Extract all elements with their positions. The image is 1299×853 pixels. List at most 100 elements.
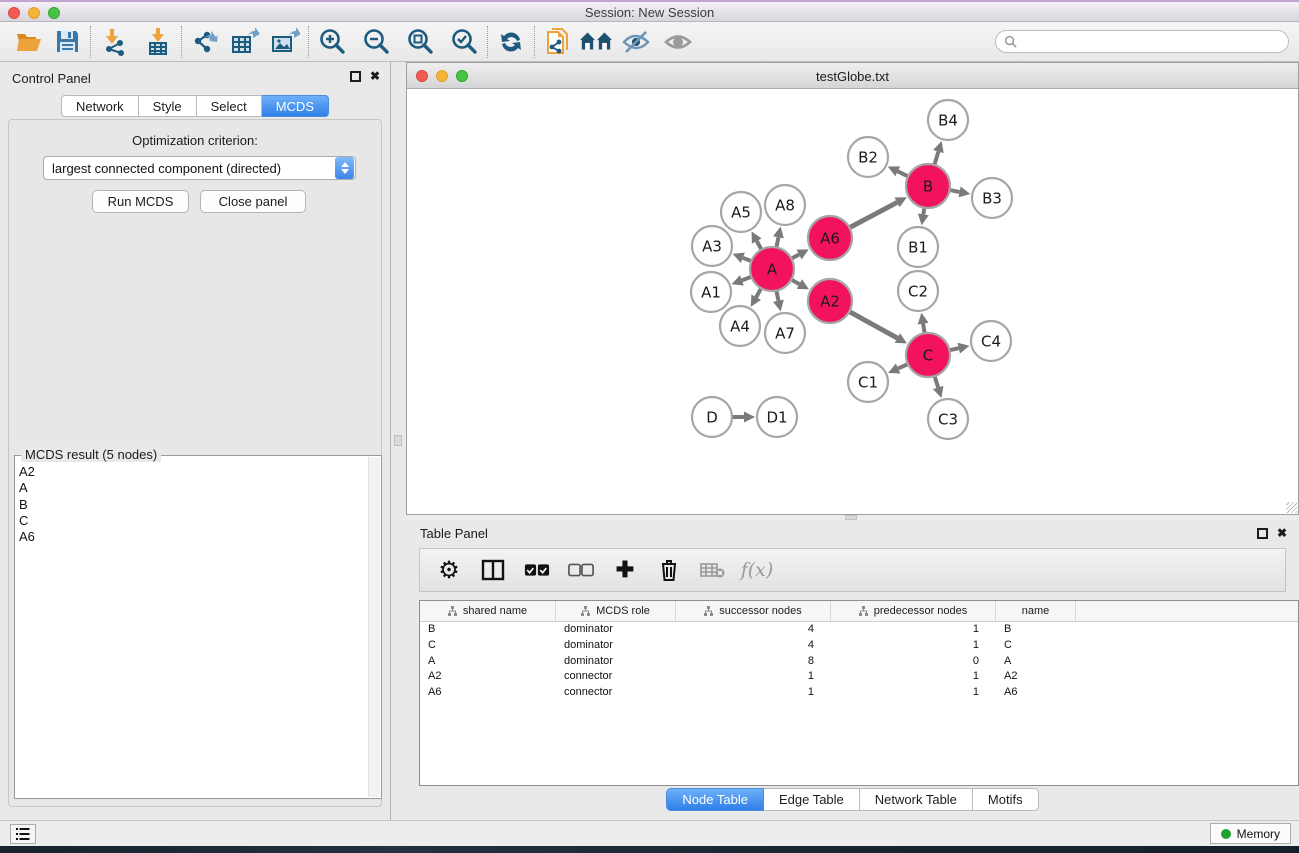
column-header-shared-name[interactable]: shared name xyxy=(420,601,556,621)
table-cell[interactable]: A2 xyxy=(420,669,556,685)
refresh-icon[interactable] xyxy=(494,25,528,59)
search-field[interactable] xyxy=(995,30,1289,53)
console-list-button[interactable] xyxy=(10,824,36,844)
table-cell[interactable]: 1 xyxy=(676,685,831,701)
result-item[interactable]: A2 xyxy=(19,464,367,480)
graph-edge-A2-C[interactable] xyxy=(849,312,897,338)
add-column-icon[interactable]: ✚ xyxy=(612,557,638,583)
table-row[interactable]: A2connector11A2 xyxy=(420,669,1298,685)
open-session-icon[interactable] xyxy=(12,25,46,59)
table-cell[interactable]: 4 xyxy=(676,622,831,638)
show-details-icon[interactable] xyxy=(661,25,695,59)
import-table-icon[interactable] xyxy=(141,25,175,59)
export-image-icon[interactable] xyxy=(268,25,302,59)
graph-edge-A-A5[interactable] xyxy=(757,241,762,250)
table-cell[interactable]: dominator xyxy=(556,654,676,670)
network-graph[interactable]: B4B2BB3A8A5A6A3B1AA1C2A2A4A7C4CC1DD1C3 xyxy=(407,89,1298,514)
table-cell[interactable]: dominator xyxy=(556,638,676,654)
table-cell[interactable]: C xyxy=(420,638,556,654)
table-cell[interactable]: 0 xyxy=(831,654,996,670)
table-row[interactable]: Cdominator41C xyxy=(420,638,1298,654)
mcds-result-list[interactable]: A2ABCA6 xyxy=(19,464,367,794)
table-cell[interactable]: 1 xyxy=(676,669,831,685)
table-cell[interactable]: dominator xyxy=(556,622,676,638)
graph-edge-A-A3[interactable] xyxy=(743,258,752,261)
table-cell[interactable]: C xyxy=(996,638,1076,654)
column-header-predecessor-nodes[interactable]: predecessor nodes xyxy=(831,601,996,621)
tab-network-table[interactable]: Network Table xyxy=(860,788,973,811)
table-float-icon[interactable] xyxy=(1257,528,1268,539)
tab-edge-table[interactable]: Edge Table xyxy=(764,788,860,811)
home-icon[interactable] xyxy=(579,25,613,59)
delete-column-icon[interactable] xyxy=(656,557,682,583)
table-cell[interactable]: connector xyxy=(556,669,676,685)
table-cell[interactable]: 1 xyxy=(831,669,996,685)
graph-edge-B-B2[interactable] xyxy=(898,171,908,176)
graph-edge-C-C4[interactable] xyxy=(949,348,958,350)
graph-edge-A-A1[interactable] xyxy=(742,277,752,281)
result-item[interactable]: A xyxy=(19,480,367,496)
export-network-icon[interactable] xyxy=(188,25,222,59)
zoom-selected-icon[interactable] xyxy=(447,25,481,59)
graph-edge-A-A6[interactable] xyxy=(791,254,799,258)
table-row[interactable]: Adominator80A xyxy=(420,654,1298,670)
column-header-MCDS-role[interactable]: MCDS role xyxy=(556,601,676,621)
tab-select[interactable]: Select xyxy=(197,95,262,117)
tab-network[interactable]: Network xyxy=(61,95,139,117)
graph-edge-A-A2[interactable] xyxy=(791,280,799,284)
table-cell[interactable]: 1 xyxy=(831,685,996,701)
deselect-all-icon[interactable] xyxy=(568,557,594,583)
zoom-out-icon[interactable] xyxy=(359,25,393,59)
table-row[interactable]: Bdominator41B xyxy=(420,622,1298,638)
graph-edge-C-C3[interactable] xyxy=(935,376,939,388)
search-input[interactable] xyxy=(1017,33,1288,51)
table-row[interactable]: A6connector11A6 xyxy=(420,685,1298,701)
close-panel-icon[interactable]: ✖ xyxy=(370,71,380,82)
graph-edge-A-A4[interactable] xyxy=(756,288,761,297)
graph-edge-A-A8[interactable] xyxy=(776,237,778,247)
hide-details-icon[interactable] xyxy=(619,25,653,59)
table-cell[interactable]: A6 xyxy=(996,685,1076,701)
network-window-titlebar[interactable]: testGlobe.txt xyxy=(407,63,1298,89)
memory-button[interactable]: Memory xyxy=(1210,823,1291,844)
graph-edge-B-B3[interactable] xyxy=(950,190,960,192)
column-header-name[interactable]: name xyxy=(996,601,1076,621)
splitter-handle[interactable] xyxy=(394,435,402,446)
table-cell[interactable]: 1 xyxy=(831,638,996,654)
result-scrollbar[interactable] xyxy=(368,457,380,797)
tab-node-table[interactable]: Node Table xyxy=(666,788,764,811)
criterion-dropdown[interactable]: largest connected component (directed) xyxy=(43,156,356,180)
zoom-fit-icon[interactable] xyxy=(403,25,437,59)
network-canvas[interactable]: B4B2BB3A8A5A6A3B1AA1C2A2A4A7C4CC1DD1C3 xyxy=(407,89,1298,514)
close-panel-button[interactable]: Close panel xyxy=(200,190,306,213)
select-all-icon[interactable] xyxy=(524,557,550,583)
table-cell[interactable]: B xyxy=(996,622,1076,638)
graph-edge-A6-B[interactable] xyxy=(849,202,897,227)
tab-mcds[interactable]: MCDS xyxy=(262,95,329,117)
table-cell[interactable]: 1 xyxy=(831,622,996,638)
table-cell[interactable]: A2 xyxy=(996,669,1076,685)
tab-motifs[interactable]: Motifs xyxy=(973,788,1039,811)
panel-splitter[interactable] xyxy=(392,62,406,820)
table-cell[interactable]: connector xyxy=(556,685,676,701)
table-cell[interactable]: A6 xyxy=(420,685,556,701)
zoom-in-icon[interactable] xyxy=(315,25,349,59)
tab-style[interactable]: Style xyxy=(139,95,197,117)
export-table-icon[interactable] xyxy=(228,25,262,59)
table-cell[interactable]: A xyxy=(420,654,556,670)
node-table[interactable]: shared nameMCDS rolesuccessor nodesprede… xyxy=(419,600,1299,786)
column-header-successor-nodes[interactable]: successor nodes xyxy=(676,601,831,621)
table-cell[interactable]: B xyxy=(420,622,556,638)
result-item[interactable]: B xyxy=(19,497,367,513)
save-session-icon[interactable] xyxy=(50,25,84,59)
result-item[interactable]: A6 xyxy=(19,529,367,545)
table-cell[interactable]: 4 xyxy=(676,638,831,654)
float-panel-icon[interactable] xyxy=(350,71,361,82)
window-resize-grip[interactable] xyxy=(1286,502,1297,513)
import-network-icon[interactable] xyxy=(97,25,131,59)
table-settings-gear-icon[interactable]: ⚙ xyxy=(436,557,462,583)
network-from-file-icon[interactable] xyxy=(541,25,575,59)
table-close-icon[interactable]: ✖ xyxy=(1277,528,1287,539)
column-visibility-icon[interactable] xyxy=(480,557,506,583)
run-mcds-button[interactable]: Run MCDS xyxy=(92,190,189,213)
